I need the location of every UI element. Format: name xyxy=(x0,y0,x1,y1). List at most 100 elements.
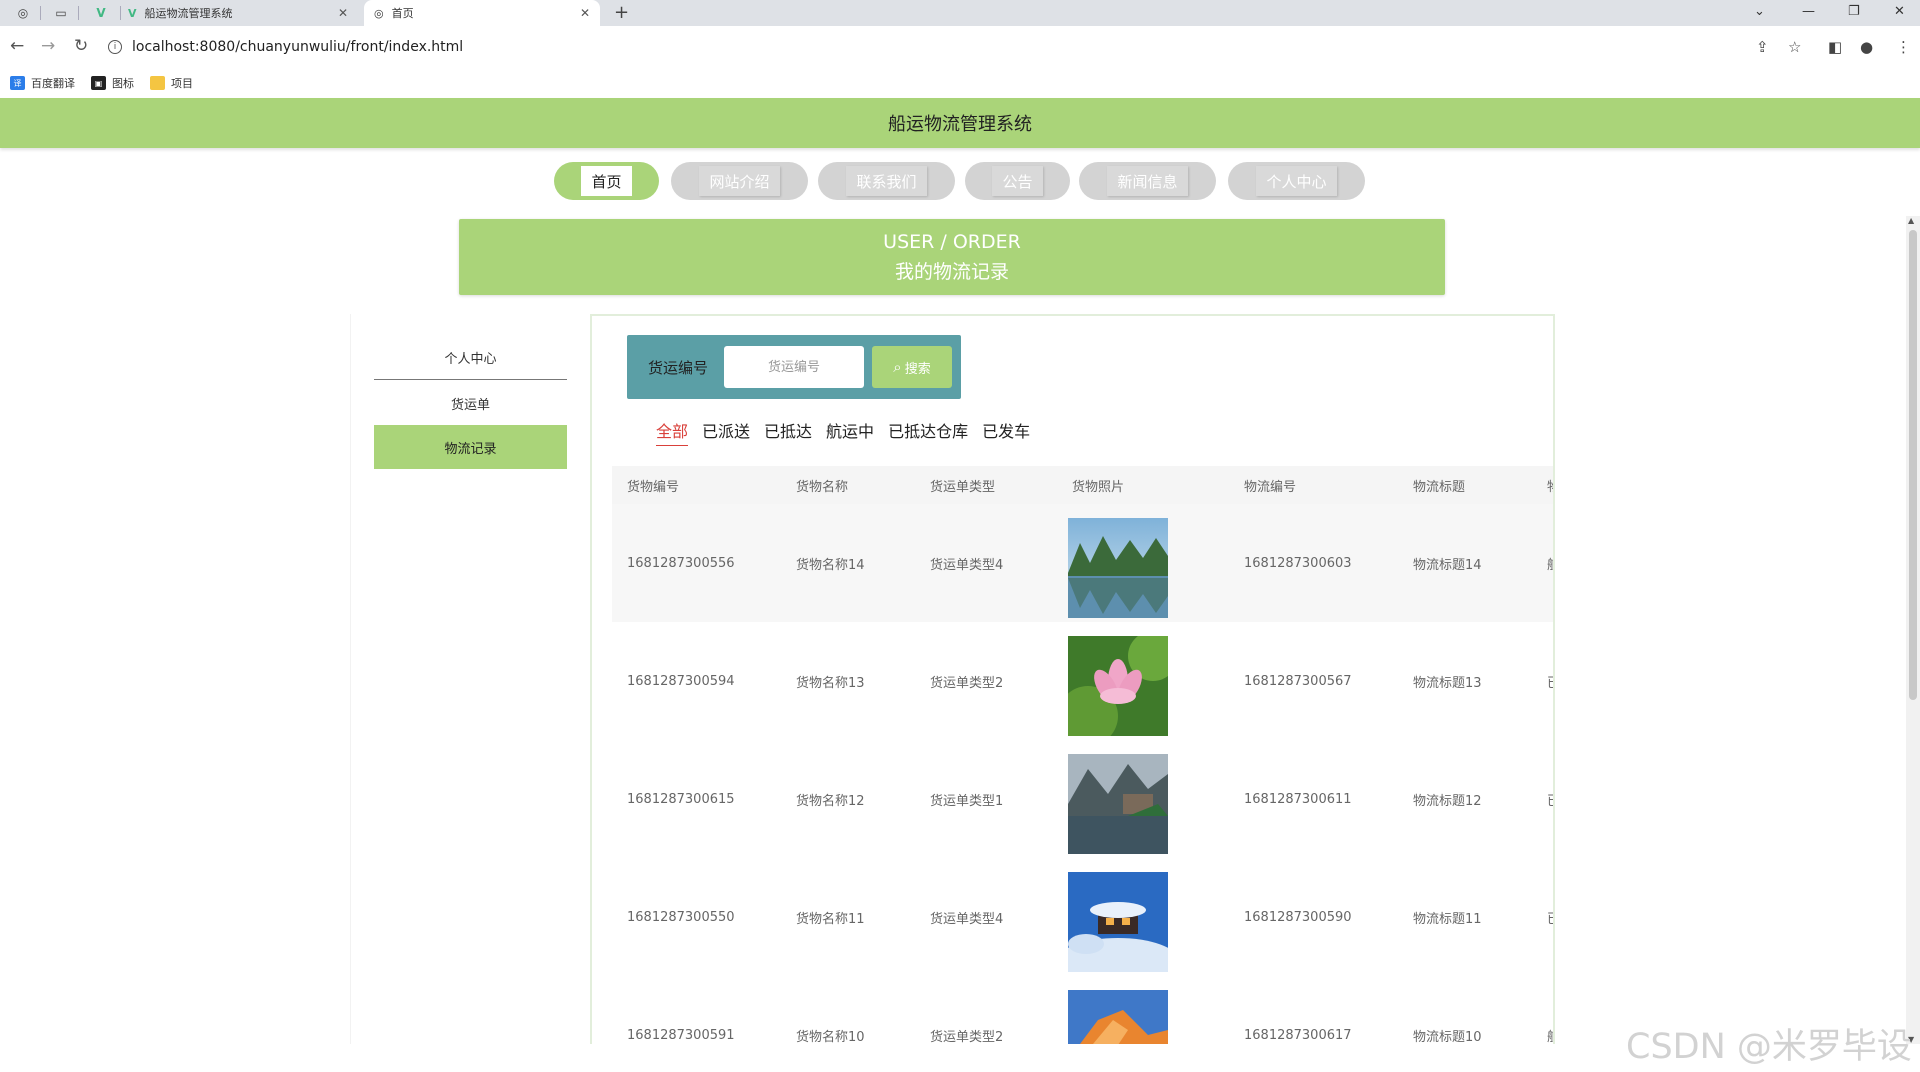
back-arrow-icon[interactable]: ← xyxy=(10,36,24,56)
sidebar-item-logistics[interactable]: 物流记录 xyxy=(374,425,567,469)
cargo-photo-orange-peak[interactable] xyxy=(1068,990,1168,1044)
close-tab-icon[interactable]: ✕ xyxy=(580,6,590,20)
table-row[interactable]: 1681287300591 货物名称10 货运单类型2 168128730061… xyxy=(612,976,1553,1045)
logistics-title: 物流标题14 xyxy=(1413,557,1482,573)
nav-news[interactable]: 新闻信息 xyxy=(1079,162,1216,200)
minimize-button[interactable]: — xyxy=(1802,0,1815,26)
search-button[interactable]: ⌕ 搜索 xyxy=(872,346,952,388)
browser-tab-admin[interactable]: V 船运物流管理系统 ✕ xyxy=(128,0,358,26)
nav-contact[interactable]: 联系我们 xyxy=(818,162,955,200)
cargo-name: 货物名称12 xyxy=(796,793,865,809)
cargo-photo-lakeside-village[interactable] xyxy=(1068,754,1168,854)
bookmark-label: 项目 xyxy=(171,77,193,90)
cargo-name: 货物名称11 xyxy=(796,911,865,927)
browser-tab-strip: ◎ ▭ V V 船运物流管理系统 ✕ ◎ 首页 ✕ + ⌄ — ❐ ✕ xyxy=(0,0,1920,26)
nav-label: 新闻信息 xyxy=(1107,166,1188,196)
banner-title: 我的物流记录 xyxy=(894,261,1009,283)
logistics-status: 已 xyxy=(1547,622,1553,740)
column-header: 物流标题 xyxy=(1413,479,1466,495)
cargo-photo-lotus-flower[interactable] xyxy=(1068,636,1168,736)
tab-title: 首页 xyxy=(391,7,414,20)
search-label: 货运编号 xyxy=(648,359,709,377)
filter-arrived-warehouse[interactable]: 已抵达仓库 xyxy=(888,418,968,446)
sidebar-item-user-center[interactable]: 个人中心 xyxy=(374,336,567,380)
logistics-status: 航 xyxy=(1547,504,1553,622)
vue-logo-icon[interactable]: V xyxy=(92,4,110,22)
info-icon[interactable]: i xyxy=(108,40,122,54)
nav-user-center[interactable]: 个人中心 xyxy=(1228,162,1365,200)
column-header: 货物名称 xyxy=(796,479,849,495)
bookmark-item[interactable]: ▣ 图标 xyxy=(91,75,134,91)
order-type: 货运单类型2 xyxy=(930,1029,1004,1045)
search-icon: ⌕ xyxy=(893,358,902,376)
side-panel-icon[interactable]: ◧ xyxy=(1828,38,1842,56)
filter-dispatched[interactable]: 已派送 xyxy=(702,418,750,446)
tab-search-icon[interactable]: ⌄ xyxy=(1754,0,1765,26)
nav-notice[interactable]: 公告 xyxy=(965,162,1070,200)
browser-tab-home[interactable]: ◎ 首页 ✕ xyxy=(364,0,600,26)
table-row[interactable]: 1681287300615 货物名称12 货运单类型1 168128730061… xyxy=(612,740,1553,858)
vue-logo-icon: V xyxy=(128,6,137,20)
share-icon[interactable]: ⇪ xyxy=(1756,38,1769,56)
search-input[interactable] xyxy=(724,346,864,388)
logistics-code: 1681287300617 xyxy=(1244,1027,1352,1043)
scroll-thumb[interactable] xyxy=(1909,230,1917,700)
reload-icon[interactable]: ↻ xyxy=(74,36,88,56)
menu-kebab-icon[interactable]: ⋮ xyxy=(1896,38,1911,56)
search-bar: 货运编号 ⌕ 搜索 xyxy=(627,335,961,399)
translate-icon: 译 xyxy=(10,76,25,90)
bookmark-label: 图标 xyxy=(112,77,134,90)
sidebar-item-label: 物流记录 xyxy=(444,441,497,457)
logistics-title: 物流标题11 xyxy=(1413,911,1482,927)
new-tab-button[interactable]: + xyxy=(614,0,629,26)
bookmark-item[interactable]: 项目 xyxy=(150,75,193,91)
profile-avatar-icon[interactable]: ● xyxy=(1860,38,1873,56)
scroll-up-arrow-icon[interactable]: ▲ xyxy=(1908,216,1914,225)
close-tab-icon[interactable]: ✕ xyxy=(338,6,348,20)
cargo-photo-snowy-cabin[interactable] xyxy=(1068,872,1168,972)
filter-shipping[interactable]: 航运中 xyxy=(826,418,874,446)
bookmark-star-icon[interactable]: ☆ xyxy=(1788,38,1801,56)
filter-all[interactable]: 全部 xyxy=(656,418,689,446)
nav-label: 联系我们 xyxy=(846,166,927,196)
nav-label: 个人中心 xyxy=(1256,166,1337,196)
logistics-status: 已 xyxy=(1547,858,1553,976)
logistics-code: 1681287300611 xyxy=(1244,791,1352,807)
column-header: 货物照片 xyxy=(1072,479,1125,495)
bookmark-item[interactable]: 译 百度翻译 xyxy=(10,75,75,91)
cargo-code: 1681287300615 xyxy=(627,791,735,807)
filter-departed[interactable]: 已发车 xyxy=(982,418,1030,446)
cargo-code: 1681287300594 xyxy=(627,673,735,689)
nav-label: 网站介绍 xyxy=(699,166,780,196)
logistics-table: 货物编号 货物名称 货运单类型 货物照片 物流编号 物流标题 物 1681287… xyxy=(612,466,1553,1045)
order-type: 货运单类型4 xyxy=(930,911,1004,927)
table-row[interactable]: 1681287300594 货物名称13 货运单类型2 168128730056… xyxy=(612,622,1553,740)
logistics-title: 物流标题10 xyxy=(1413,1029,1482,1045)
nav-about[interactable]: 网站介绍 xyxy=(671,162,808,200)
table-row[interactable]: 1681287300556 货物名称14 货运单类型4 168128730060… xyxy=(612,504,1553,622)
filter-arrived[interactable]: 已抵达 xyxy=(764,418,812,446)
globe-icon[interactable]: ◎ xyxy=(14,4,32,22)
table-row[interactable]: 1681287300550 货物名称11 货运单类型4 168128730059… xyxy=(612,858,1553,976)
banner-subtitle: USER / ORDER xyxy=(883,231,1021,253)
site-title: 船运物流管理系统 xyxy=(888,114,1032,135)
logistics-title: 物流标题12 xyxy=(1413,793,1482,809)
cargo-name: 货物名称10 xyxy=(796,1029,865,1045)
blank-tab-icon[interactable]: ▭ xyxy=(52,4,70,22)
image-icon: ▣ xyxy=(91,76,106,90)
column-header: 货物编号 xyxy=(627,479,680,495)
sidebar-item-label: 个人中心 xyxy=(444,352,497,367)
content-panel: 货运编号 ⌕ 搜索 全部 已派送 已抵达 航运中 已抵达仓库 已发车 货物编号 … xyxy=(590,314,1555,1044)
logistics-code: 1681287300567 xyxy=(1244,673,1352,689)
folder-icon xyxy=(150,76,165,90)
cargo-photo-mountain-lake[interactable] xyxy=(1068,518,1168,618)
page-scrollbar[interactable]: ▲ ▼ xyxy=(1906,216,1920,1044)
globe-icon: ◎ xyxy=(374,6,384,20)
nav-home[interactable]: 首页 xyxy=(554,162,659,200)
restore-button[interactable]: ❐ xyxy=(1848,0,1860,26)
sidebar-item-orders[interactable]: 货运单 xyxy=(374,381,567,425)
logistics-title: 物流标题13 xyxy=(1413,675,1482,691)
forward-arrow-icon[interactable]: → xyxy=(41,36,55,56)
close-window-button[interactable]: ✕ xyxy=(1894,0,1905,26)
address-bar[interactable]: i localhost:8080/chuanyunwuliu/front/ind… xyxy=(108,34,1808,60)
